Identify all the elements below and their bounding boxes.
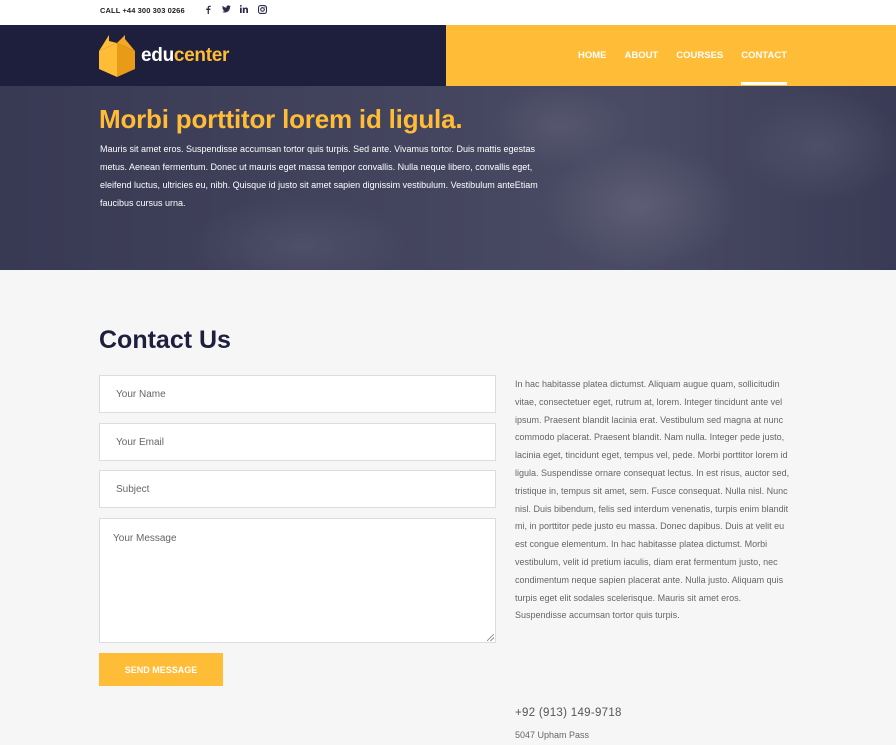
hero-title: Morbi porttitor lorem id ligula. [99, 104, 463, 134]
instagram-icon[interactable] [257, 4, 267, 14]
resize-handle-icon[interactable] [487, 634, 494, 641]
contact-phone[interactable]: +92 (913) 149-9718 [515, 707, 622, 719]
main-nav: HOME ABOUT COURSES CONTACT [578, 50, 805, 85]
logo-cube-icon [99, 35, 135, 77]
contact-address: 5047 Upham Pass [515, 730, 590, 740]
nav-home[interactable]: HOME [578, 50, 607, 61]
message-field[interactable]: Your Message [99, 518, 496, 643]
subject-placeholder: Subject [116, 483, 150, 495]
call-number[interactable]: CALL +44 300 303 0266 [100, 6, 185, 15]
email-field[interactable]: Your Email [99, 423, 496, 461]
contact-description: In hac habitasse platea dictumst. Aliqua… [515, 379, 790, 621]
twitter-icon[interactable] [221, 4, 231, 14]
name-field[interactable]: Your Name [99, 375, 496, 413]
email-placeholder: Your Email [116, 436, 164, 448]
nav-courses[interactable]: COURSES [676, 50, 723, 61]
top-bar: CALL +44 300 303 0266 [0, 0, 896, 25]
facebook-icon[interactable] [203, 4, 213, 14]
contact-title: Contact Us [99, 326, 231, 354]
name-placeholder: Your Name [116, 388, 166, 400]
linkedin-icon[interactable] [239, 4, 249, 14]
site-logo[interactable]: educenter [99, 35, 229, 77]
social-links [203, 4, 267, 14]
message-placeholder: Your Message [113, 533, 177, 544]
hero-banner: Morbi porttitor lorem id ligula. Mauris … [0, 86, 896, 270]
nav-contact[interactable]: CONTACT [741, 50, 787, 85]
nav-about[interactable]: ABOUT [625, 50, 659, 61]
hero-text: Mauris sit amet eros. Suspendisse accums… [100, 144, 538, 208]
subject-field[interactable]: Subject [99, 470, 496, 508]
logo-text: educenter [141, 45, 230, 66]
send-message-button[interactable]: SEND MESSAGE [99, 653, 223, 686]
